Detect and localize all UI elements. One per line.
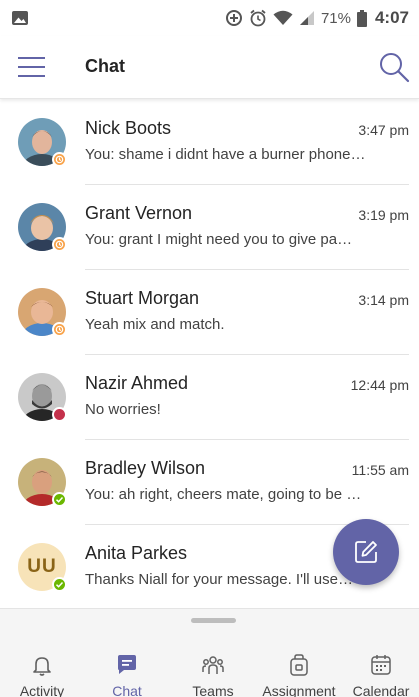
tab-label: Assignment [262, 683, 336, 697]
tab-calendar[interactable]: Calendar [339, 647, 419, 697]
chat-time: 12:44 pm [350, 377, 409, 393]
teams-icon [202, 656, 224, 674]
chat-icon [118, 655, 136, 674]
wifi-icon [273, 10, 293, 25]
alarm-icon [250, 9, 266, 27]
chat-preview: You: shame i didnt have a burner phone… [85, 146, 366, 163]
tab-teams[interactable]: Teams [171, 647, 255, 697]
chat-preview: You: grant I might need you to give pa… [85, 231, 353, 248]
chat-name: Bradley Wilson [85, 458, 206, 478]
presence-away-icon [52, 237, 67, 252]
chat-preview: No worries! [85, 401, 161, 418]
chat-item-nick-boots[interactable]: Nick Boots 3:47 pm You: shame i didnt ha… [0, 100, 419, 185]
hamburger-menu-button[interactable] [18, 54, 46, 80]
presence-away-icon [52, 322, 67, 337]
chat-name: Nazir Ahmed [85, 373, 189, 393]
chat-name: Nick Boots [85, 118, 172, 138]
presence-busy-icon [52, 407, 67, 422]
hamburger-icon [18, 57, 45, 77]
tab-label: Activity [19, 683, 65, 697]
chat-name: Anita Parkes [85, 543, 188, 563]
status-bar: 71% 4:07 [0, 0, 419, 36]
chat-time: 3:14 pm [358, 292, 409, 308]
battery-percent: 71% [320, 9, 351, 27]
presence-available-icon [52, 492, 67, 507]
presence-available-icon [52, 577, 67, 592]
new-chat-button[interactable] [333, 519, 399, 585]
compose-icon [355, 541, 377, 563]
chat-preview: Yeah mix and match. [85, 316, 225, 333]
chat-item-stuart-morgan[interactable]: Stuart Morgan 3:14 pm Yeah mix and match… [0, 270, 419, 355]
bell-icon [33, 657, 51, 676]
chat-name: Grant Vernon [85, 203, 193, 223]
battery-icon [356, 9, 367, 27]
tab-activity[interactable]: Activity [0, 647, 84, 697]
chat-item-grant-vernon[interactable]: Grant Vernon 3:19 pm You: grant I might … [0, 185, 419, 270]
page-title: Chat [85, 56, 125, 76]
presence-away-icon [52, 152, 67, 167]
assignment-icon [290, 654, 308, 676]
chat-time: 3:47 pm [358, 122, 409, 138]
search-icon [380, 53, 410, 83]
gallery-notification-icon [12, 11, 28, 25]
app-header: Chat [0, 36, 419, 99]
drag-handle[interactable] [191, 618, 236, 623]
bottom-navigation: Activity Chat Teams Assignment Calendar [0, 608, 419, 697]
chat-time: 11:55 am [351, 462, 409, 478]
chat-item-nazir-ahmed[interactable]: Nazir Ahmed 12:44 pm No worries! [0, 355, 419, 440]
chat-preview: You: ah right, cheers mate, going to be … [85, 486, 362, 503]
chat-name: Stuart Morgan [85, 288, 200, 308]
calendar-icon [371, 655, 391, 675]
signal-icon [299, 11, 314, 25]
search-button[interactable] [377, 50, 411, 84]
tab-label: Chat [112, 683, 142, 697]
tab-chat[interactable]: Chat [85, 647, 169, 697]
chat-time: 3:19 pm [358, 207, 409, 223]
tab-label: Teams [192, 683, 234, 697]
status-time: 4:07 [374, 8, 409, 27]
chat-item-bradley-wilson[interactable]: Bradley Wilson 11:55 am You: ah right, c… [0, 440, 419, 525]
tab-label: Calendar [352, 683, 410, 697]
tab-assignment[interactable]: Assignment [257, 647, 341, 697]
data-saver-icon [225, 10, 242, 26]
